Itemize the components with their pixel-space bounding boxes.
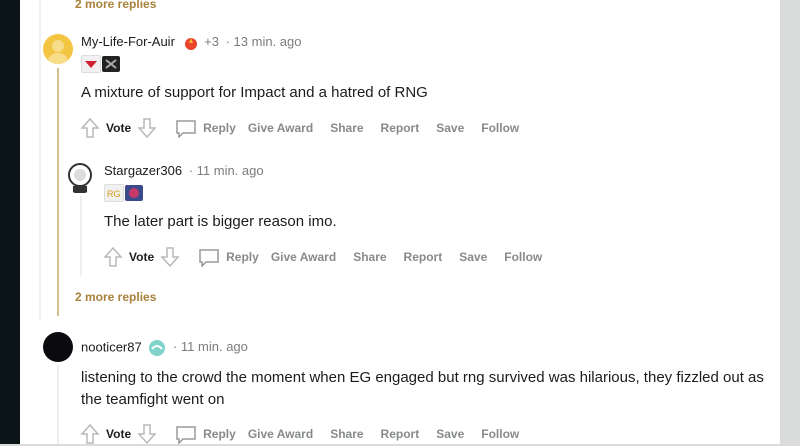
reply-thread-line[interactable] (80, 196, 82, 276)
username-link[interactable]: My-Life-For-Auir (81, 34, 175, 49)
reply-button[interactable]: Reply (175, 424, 236, 444)
give-award-button[interactable]: Give Award (248, 427, 313, 441)
comment-body: The later part is bigger reason imo. (104, 213, 337, 230)
comment-body: A mixture of support for Impact and a ha… (81, 84, 428, 101)
downvote-icon[interactable] (137, 423, 157, 445)
team-flair-icon (102, 56, 120, 72)
downvote-icon[interactable] (137, 117, 157, 139)
follow-button[interactable]: Follow (481, 121, 519, 135)
user-flair (81, 55, 120, 73)
share-button[interactable]: Share (353, 250, 386, 264)
award-count: +3 (204, 34, 219, 49)
more-replies-link[interactable]: 2 more replies (75, 290, 156, 304)
report-button[interactable]: Report (404, 250, 443, 264)
comment-body: listening to the crowd the moment when E… (81, 369, 764, 408)
astronaut-avatar-icon (68, 163, 92, 193)
comment-icon (176, 426, 196, 444)
comment-actions: Vote Reply Give Award Share Report Save … (80, 422, 536, 446)
vote-count: Vote (129, 250, 155, 264)
save-button[interactable]: Save (436, 121, 464, 135)
username-link[interactable]: nooticer87 (81, 339, 142, 354)
snoo-avatar-icon (48, 40, 68, 64)
user-flair: RG (104, 184, 143, 202)
award-icon (183, 35, 199, 51)
rng-flair-icon: RG (104, 184, 124, 202)
svg-text:RG: RG (107, 189, 121, 199)
vote-count: Vote (106, 427, 132, 441)
comment-meta: Stargazer306 · 11 min. ago (104, 163, 264, 178)
comment-meta: nooticer87 · 11 min. ago (81, 339, 248, 357)
comment-actions: Vote Reply Give Award Share Report Save … (80, 116, 536, 140)
more-replies-link-top[interactable]: 2 more replies (75, 0, 156, 11)
reply-button[interactable]: Reply (175, 118, 236, 138)
reply-label: Reply (203, 121, 236, 135)
left-dark-margin (0, 0, 20, 444)
t1-flair-icon (81, 55, 101, 73)
give-award-button[interactable]: Give Award (248, 121, 313, 135)
share-button[interactable]: Share (330, 427, 363, 441)
follow-button[interactable]: Follow (481, 427, 519, 441)
upvote-icon[interactable] (103, 246, 123, 268)
downvote-icon[interactable] (160, 246, 180, 268)
reply-label: Reply (226, 250, 259, 264)
follow-button[interactable]: Follow (504, 250, 542, 264)
give-award-button[interactable]: Give Award (271, 250, 336, 264)
share-button[interactable]: Share (330, 121, 363, 135)
timestamp[interactable]: · 11 min. ago (173, 339, 248, 354)
report-button[interactable]: Report (381, 121, 420, 135)
vote-count: Vote (106, 121, 132, 135)
user-flair-icon (148, 339, 166, 357)
avatar[interactable] (43, 34, 73, 64)
report-button[interactable]: Report (381, 427, 420, 441)
timestamp[interactable]: · 13 min. ago (226, 34, 302, 49)
username-link[interactable]: Stargazer306 (104, 163, 182, 178)
upvote-icon[interactable] (80, 117, 100, 139)
comment-icon (199, 249, 219, 267)
comment-actions: Vote Reply Give Award Share Report Save … (103, 245, 559, 269)
reply-button[interactable]: Reply (198, 247, 259, 267)
upvote-icon[interactable] (80, 423, 100, 445)
save-button[interactable]: Save (459, 250, 487, 264)
comment-icon (176, 120, 196, 138)
team-flair-icon (125, 185, 143, 201)
outer-thread-line[interactable] (39, 0, 41, 320)
right-margin (780, 0, 800, 444)
timestamp[interactable]: · 11 min. ago (189, 163, 264, 178)
comment-meta: My-Life-For-Auir +3 · 13 min. ago (81, 34, 301, 51)
bottom-thread-line[interactable] (57, 364, 59, 444)
save-button[interactable]: Save (436, 427, 464, 441)
avatar[interactable] (65, 162, 95, 194)
avatar[interactable] (43, 332, 73, 362)
comment-thread-line[interactable] (57, 68, 59, 316)
reply-label: Reply (203, 427, 236, 441)
